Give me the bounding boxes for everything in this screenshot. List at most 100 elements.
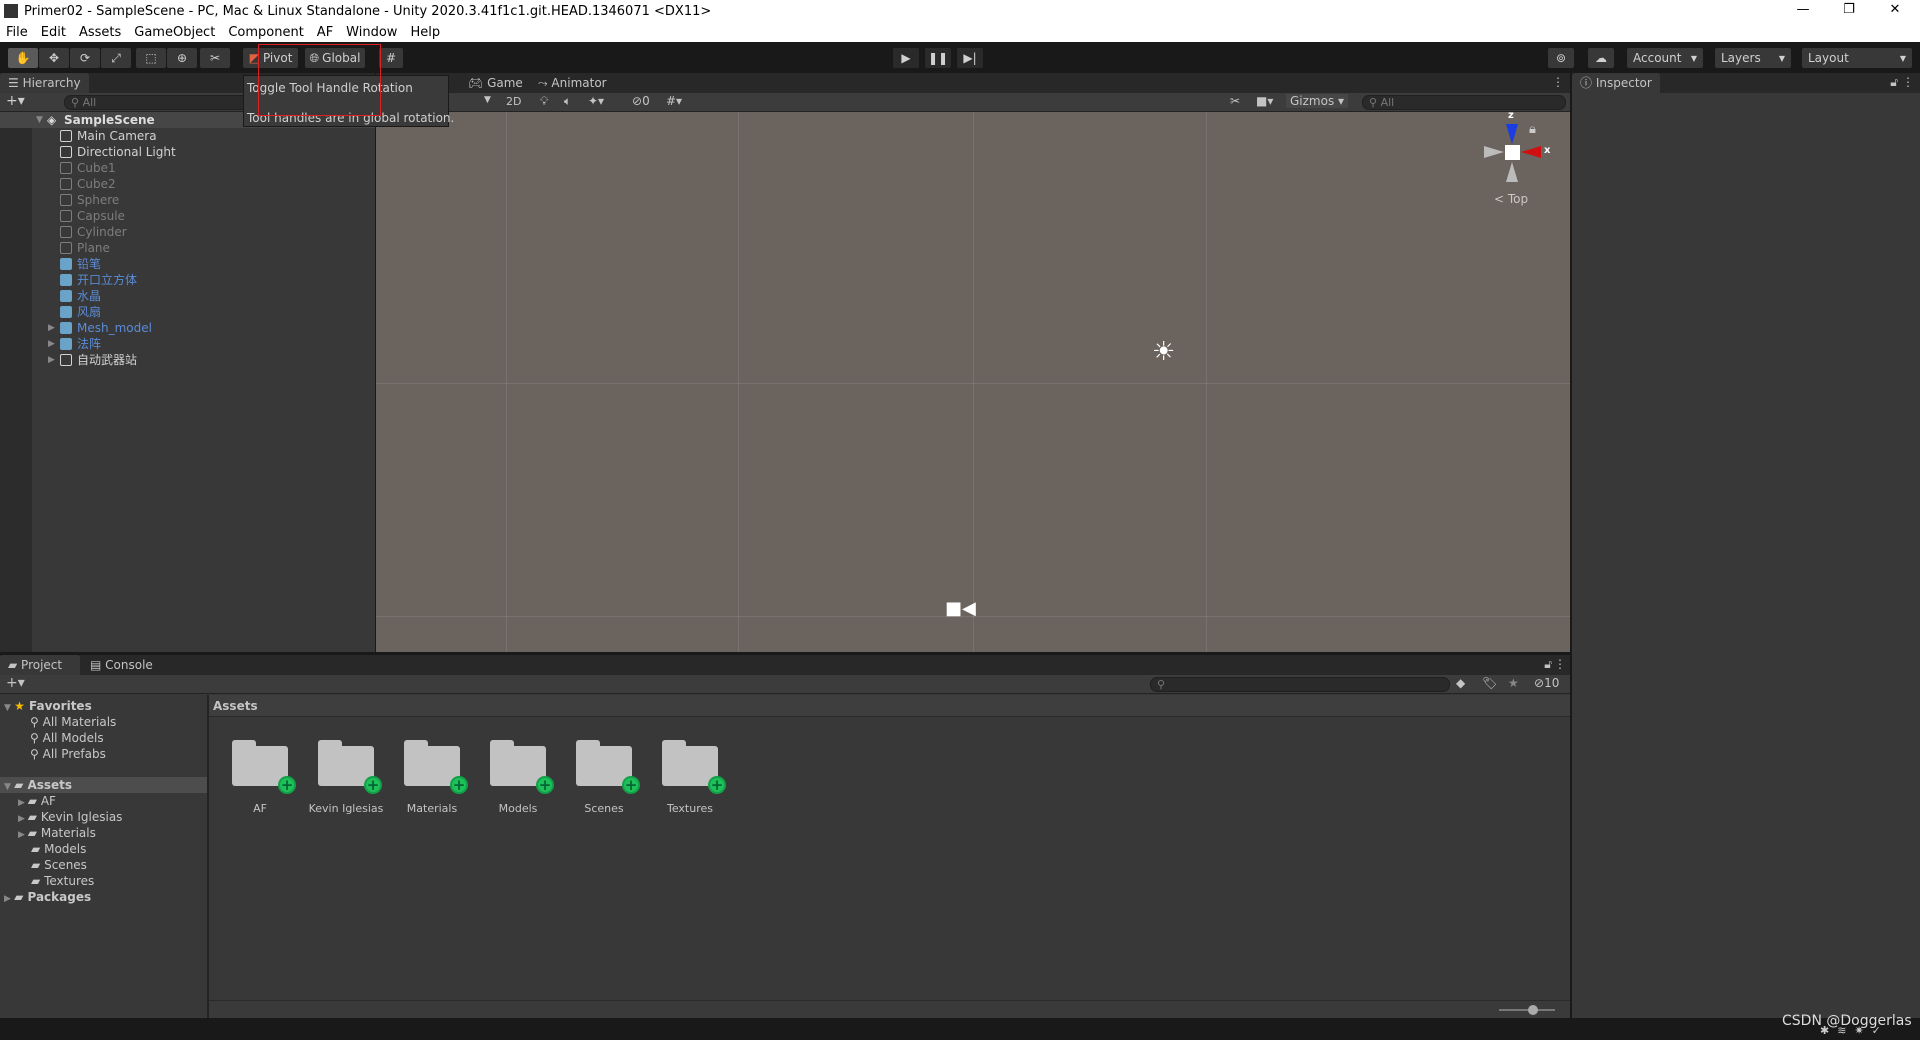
hierarchy-item[interactable]: Plane — [0, 240, 375, 256]
orientation-label[interactable]: < Top — [1494, 192, 1528, 206]
create-button[interactable]: +▾ — [6, 675, 25, 691]
folder-label[interactable]: AF — [210, 802, 310, 815]
asset-folder-row[interactable]: ▶ ▰ Scenes — [18, 857, 87, 873]
grid-snap-button[interactable]: # — [379, 48, 403, 68]
db-icon[interactable]: ≋ — [1837, 1024, 1854, 1037]
layers-dropdown[interactable]: Layers ▼ — [1715, 48, 1791, 68]
center-cube[interactable] — [1505, 145, 1520, 160]
expand-arrow-icon[interactable]: ▶ — [48, 336, 55, 352]
favorite-star-icon[interactable]: ★ — [1508, 676, 1519, 690]
play-button[interactable]: ▶ — [893, 48, 919, 68]
move-tool-button[interactable]: ✥ — [39, 48, 69, 68]
tab-animator[interactable]: ⤳ Animator — [530, 73, 615, 93]
audio-icon[interactable]: 🔈︎ — [564, 94, 571, 109]
folder-label[interactable]: Scenes — [554, 802, 654, 815]
check-icon[interactable]: ✓ — [1872, 1024, 1889, 1037]
network-icon[interactable]: ✷ — [1854, 1024, 1871, 1037]
rect-tool-button[interactable]: ⬚ — [136, 48, 166, 68]
hierarchy-item[interactable]: Capsule — [0, 208, 375, 224]
folder-thumbnail[interactable]: + — [662, 738, 726, 794]
hierarchy-item[interactable]: Directional Light — [0, 144, 375, 160]
filter-label-icon[interactable]: 🏷︎ — [1482, 676, 1497, 690]
cloud-button[interactable]: ☁ — [1588, 48, 1614, 68]
menu-file[interactable]: File — [6, 25, 28, 40]
tab-inspector[interactable]: ⓘ Inspector — [1572, 73, 1660, 93]
folder-thumbnail[interactable]: + — [490, 738, 554, 794]
asset-folder-row[interactable]: ▶ ▰ Materials — [18, 825, 96, 841]
breadcrumb-assets[interactable]: Assets — [213, 699, 258, 713]
hierarchy-item[interactable]: 铅笔 — [0, 256, 375, 272]
hand-tool-button[interactable]: ✋ — [8, 48, 38, 68]
hierarchy-item[interactable]: 开口立方体 — [0, 272, 375, 288]
asset-folder-row[interactable]: ▶ ▰ AF — [18, 793, 56, 809]
scene-search-input[interactable]: ⚲ All — [1362, 95, 1566, 110]
light-gizmo-icon[interactable]: ☀ — [1152, 337, 1175, 367]
folder-label[interactable]: Textures — [640, 802, 740, 815]
filter-type-icon[interactable]: ◆ — [1456, 676, 1465, 690]
lighting-icon[interactable]: 💡︎ — [540, 94, 548, 109]
hidden-objects-toggle[interactable]: ⊘0 — [632, 94, 650, 108]
hierarchy-item[interactable]: ▶ 自动武器站 — [0, 352, 375, 368]
layout-dropdown[interactable]: Layout ▼ — [1802, 48, 1912, 68]
close-button[interactable]: ✕ — [1872, 0, 1918, 22]
lock-icon[interactable]: 🔒︎ — [1529, 122, 1536, 137]
more-menu-icon[interactable]: ⋮ — [1902, 75, 1914, 89]
axis-z-cone[interactable] — [1506, 124, 1518, 144]
menu-component[interactable]: Component — [228, 25, 303, 40]
expand-arrow-icon[interactable]: ▶ — [48, 320, 55, 336]
folder-label[interactable]: Materials — [382, 802, 482, 815]
step-button[interactable]: ▶| — [957, 48, 983, 68]
folder-label[interactable]: Models — [468, 802, 568, 815]
2d-toggle[interactable]: 2D — [506, 95, 521, 108]
hierarchy-item[interactable]: ▶ 法阵 — [0, 336, 375, 352]
axis-neg-y-cone[interactable] — [1506, 162, 1518, 182]
hierarchy-item[interactable]: ▶ Mesh_model — [0, 320, 375, 336]
minimize-button[interactable]: — — [1780, 0, 1826, 22]
hierarchy-item[interactable]: Main Camera — [0, 128, 375, 144]
asset-folder-row[interactable]: ▶ ▰ Models — [18, 841, 86, 857]
axis-x-cone[interactable] — [1521, 146, 1541, 158]
collab-button[interactable]: ⊚ — [1548, 48, 1574, 68]
expand-arrow-icon[interactable]: ▶ — [18, 814, 28, 824]
rotate-tool-button[interactable]: ⟳ — [70, 48, 100, 68]
folder-thumbnail[interactable]: + — [404, 738, 468, 794]
scale-tool-button[interactable]: ⤢ — [101, 48, 131, 68]
hierarchy-item[interactable]: 水晶 — [0, 288, 375, 304]
restore-button[interactable]: ❐ — [1826, 0, 1872, 22]
orientation-gizmo[interactable]: 🔒︎ z x < Top — [1484, 112, 1570, 222]
gizmos-dropdown[interactable]: Gizmos ▾ — [1286, 94, 1349, 108]
expand-arrow-icon[interactable]: ▶ — [18, 798, 28, 808]
folder-thumbnail[interactable]: + — [318, 738, 382, 794]
assets-tree-root[interactable]: ▼ ▰ Assets — [0, 777, 207, 793]
tab-console[interactable]: ▤ Console — [82, 655, 161, 675]
bug-icon[interactable]: ✱ — [1820, 1024, 1837, 1037]
scene-viewport[interactable]: ☀ ■◀ 🔒︎ z x < Top — [376, 112, 1570, 652]
camera-gizmo-icon[interactable]: ■◀ — [945, 598, 976, 619]
camera-dropdown[interactable]: ■▾ — [1256, 94, 1273, 108]
expand-arrow-icon[interactable]: ▶ — [18, 830, 28, 840]
more-menu-icon[interactable]: ⋮ — [1554, 657, 1566, 671]
axis-neg-x-cone[interactable] — [1484, 146, 1504, 158]
asset-folder-row[interactable]: ▶ ▰ Textures — [18, 873, 94, 889]
grid-toggle[interactable]: #▾ — [666, 94, 682, 108]
tab-game[interactable]: 🎮︎ Game — [460, 73, 531, 93]
expand-arrow-icon[interactable]: ▶ — [48, 352, 55, 368]
menu-edit[interactable]: Edit — [41, 25, 66, 40]
transform-tool-button[interactable]: ⊕ — [167, 48, 197, 68]
account-dropdown[interactable]: Account ▼ — [1627, 48, 1703, 68]
favorite-item[interactable]: ⚲ All Models — [30, 730, 104, 746]
custom-tool-button[interactable]: ✂ — [200, 48, 230, 68]
hierarchy-item[interactable]: Sphere — [0, 192, 375, 208]
slider-handle[interactable] — [1527, 1005, 1538, 1015]
tab-project[interactable]: ▰ Project — [0, 655, 80, 675]
more-menu-icon[interactable]: ⋮ — [1552, 75, 1564, 89]
menu-assets[interactable]: Assets — [79, 25, 121, 40]
hidden-packages-toggle[interactable]: ⊘10 — [1534, 676, 1559, 690]
project-search-input[interactable]: ⚲ — [1150, 677, 1450, 692]
hierarchy-item[interactable]: Cube1 — [0, 160, 375, 176]
favorite-item[interactable]: ⚲ All Materials — [30, 714, 116, 730]
hierarchy-item[interactable]: Cylinder — [0, 224, 375, 240]
menu-af[interactable]: AF — [317, 25, 333, 40]
menu-gameobject[interactable]: GameObject — [134, 25, 215, 40]
asset-folder-row[interactable]: ▶ ▰ Kevin Iglesias — [18, 809, 122, 825]
